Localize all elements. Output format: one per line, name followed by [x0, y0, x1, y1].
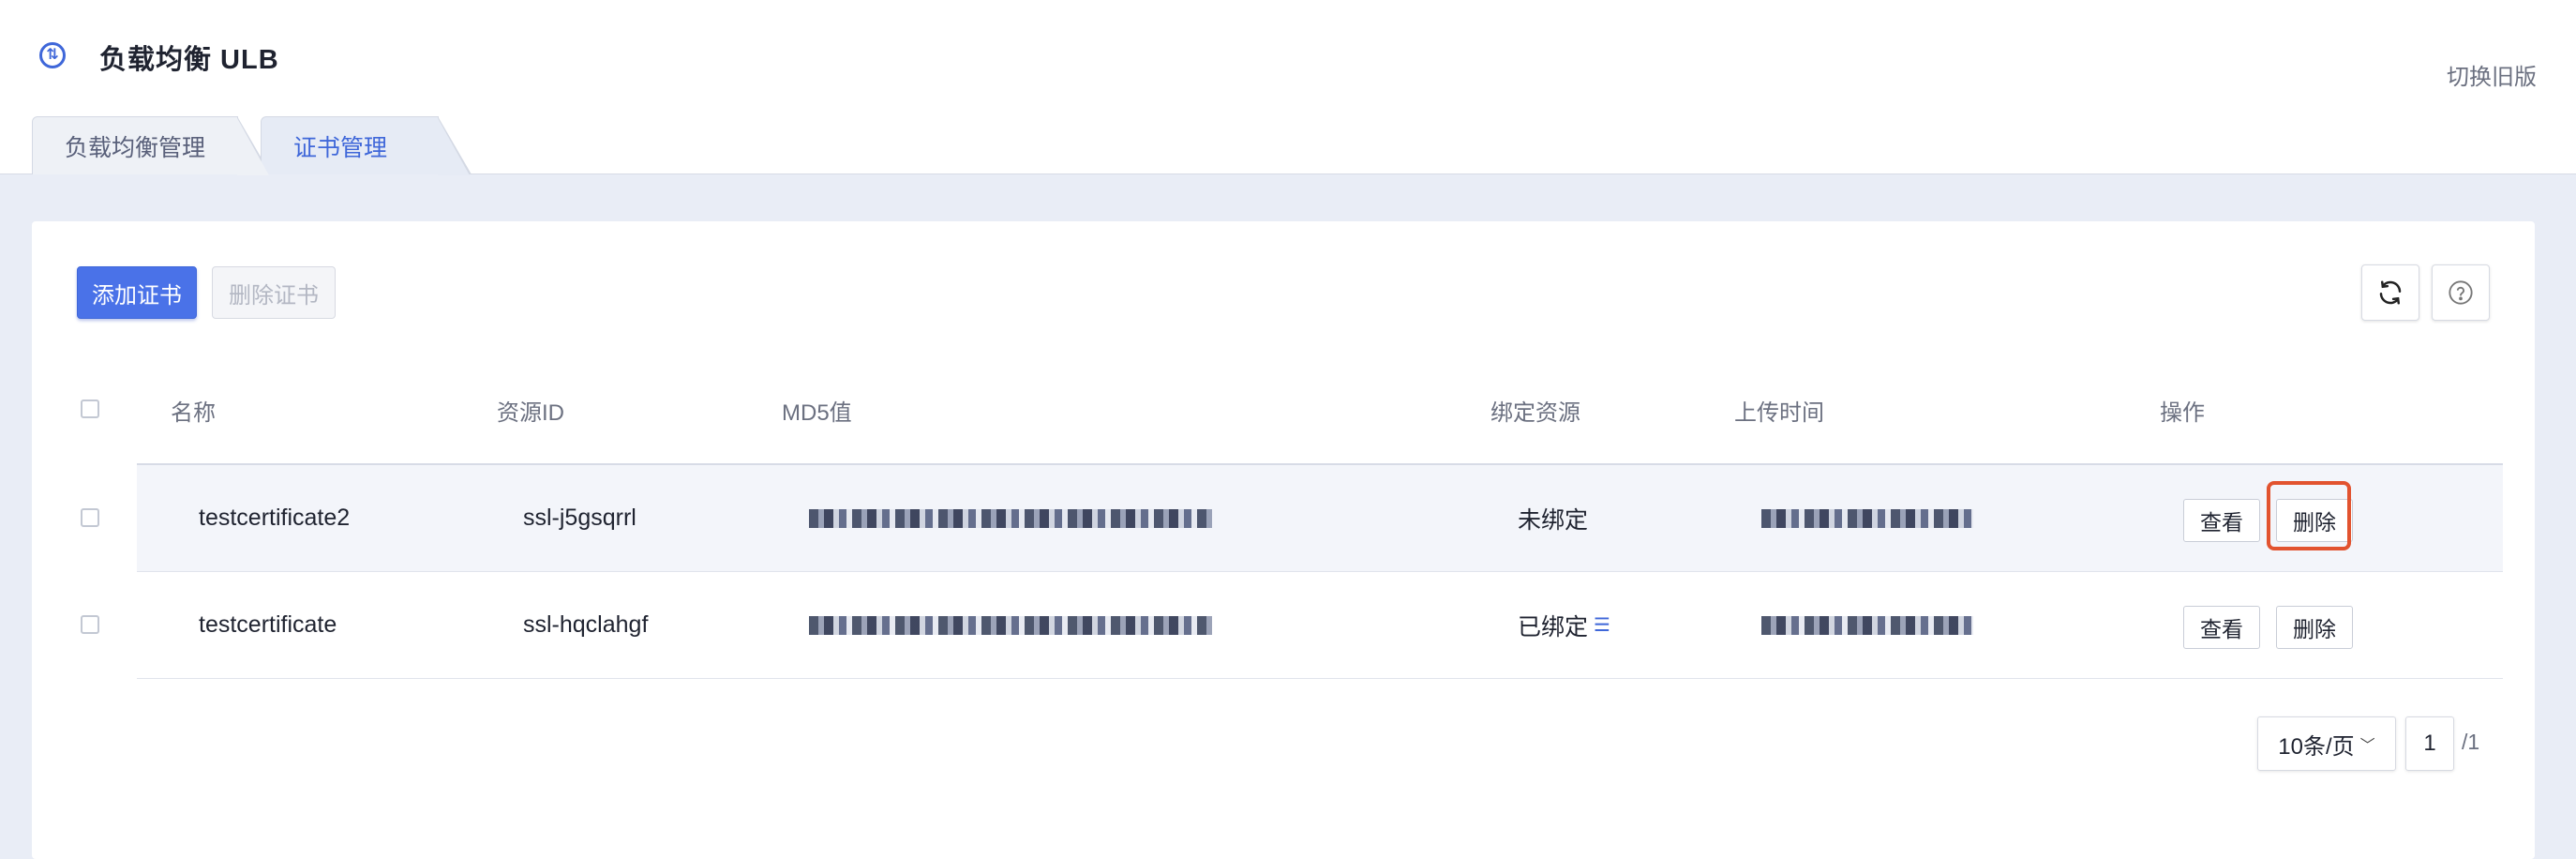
md5-value-redacted: [809, 465, 1212, 571]
delete-certificate-button[interactable]: 删除证书: [212, 266, 336, 319]
certificate-name: testcertificate: [199, 611, 337, 638]
help-button[interactable]: [2432, 264, 2490, 321]
current-page-input[interactable]: 1: [2405, 716, 2454, 771]
table-row[interactable]: testcertificate ssl-hqclahgf 已绑定 ☰ 查看 删除: [137, 572, 2503, 679]
view-button[interactable]: 查看: [2183, 606, 2260, 649]
list-icon[interactable]: ☰: [1594, 613, 1610, 637]
switch-old-version-link[interactable]: 切换旧版: [2447, 58, 2537, 91]
top-header: ⇅ 负载均衡 ULB 切换旧版 负载均衡管理 证书管理: [0, 0, 2576, 175]
row-checkbox[interactable]: [81, 615, 99, 634]
refresh-icon: [2379, 280, 2402, 305]
column-header-name: 名称: [171, 400, 216, 426]
tab-certificate-management[interactable]: 证书管理: [261, 116, 472, 175]
column-header-bound-resource: 绑定资源: [1490, 400, 1580, 426]
delete-button-highlight: [2267, 481, 2351, 550]
select-all-checkbox[interactable]: [81, 399, 99, 418]
view-button[interactable]: 查看: [2183, 499, 2260, 542]
help-icon: [2449, 280, 2473, 305]
certificate-name: testcertificate2: [199, 505, 351, 531]
bound-resource: 未绑定: [1518, 465, 1588, 571]
md5-value-redacted: [809, 572, 1212, 678]
resource-id: ssl-hqclahgf: [523, 611, 649, 638]
row-checkbox[interactable]: [81, 508, 99, 527]
total-pages: /1: [2462, 730, 2480, 754]
column-header-md5: MD5值: [782, 400, 852, 426]
bound-status: 未绑定: [1518, 506, 1589, 534]
column-header-actions: 操作: [2160, 400, 2205, 426]
page-size-select[interactable]: 10条/页 ﹀: [2257, 716, 2396, 771]
upload-time-redacted: [1761, 465, 1973, 571]
bound-status: 已绑定: [1518, 613, 1589, 640]
page-size-label: 10条/页: [2278, 733, 2355, 760]
resource-id: ssl-j5gsqrrl: [523, 505, 637, 531]
column-header-upload-time: 上传时间: [1734, 400, 1824, 426]
load-balancer-icon: ⇅: [39, 42, 66, 68]
bound-resource: 已绑定 ☰: [1518, 572, 1610, 678]
chevron-down-icon: ﹀: [2359, 738, 2375, 754]
delete-button[interactable]: 删除: [2276, 606, 2353, 649]
add-certificate-button[interactable]: 添加证书: [77, 266, 197, 319]
table-row[interactable]: testcertificate2 ssl-j5gsqrrl 未绑定 查看 删除: [137, 465, 2503, 572]
refresh-button[interactable]: [2361, 264, 2419, 321]
product-title: 负载均衡 ULB: [99, 45, 279, 75]
column-header-resource-id: 资源ID: [497, 400, 564, 426]
certificate-panel: 添加证书 删除证书 名称 资源ID MD5值 绑定资源 上传时间 操作 test…: [32, 221, 2535, 859]
tab-load-balancer-management[interactable]: 负载均衡管理: [32, 116, 271, 175]
upload-time-redacted: [1761, 572, 1973, 678]
